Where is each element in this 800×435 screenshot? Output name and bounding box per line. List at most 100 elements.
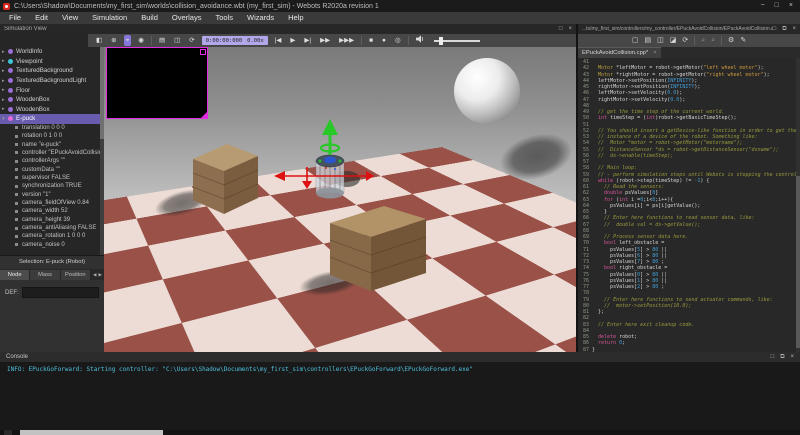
float-panel-icon[interactable]: □ <box>771 354 775 361</box>
tree-field[interactable]: version "1" <box>0 191 100 199</box>
tree-node-texturedbackgroundlight[interactable]: ▸TexturedBackgroundLight <box>0 76 100 86</box>
node-icon <box>8 88 13 93</box>
float-panel-icon[interactable]: □ <box>773 26 777 33</box>
field-text: camera_width 52 <box>22 208 68 214</box>
step-icon[interactable]: ▶| <box>302 35 313 46</box>
tree-field[interactable]: translation 0 0 0 <box>0 124 100 132</box>
scene-tree[interactable]: ▸WorldInfo▸Viewpoint▸TexturedBackground▸… <box>0 47 100 255</box>
minimize-icon[interactable]: − <box>761 0 765 12</box>
super-fast-run-icon[interactable]: ▶▶▶ <box>337 35 356 46</box>
tree-node-woodenbox[interactable]: ▸WoodenBox <box>0 95 100 105</box>
menu-tools[interactable]: Tools <box>208 12 240 24</box>
selection-mode-icon[interactable]: ⌖ <box>124 35 132 46</box>
menu-overlays[interactable]: Overlays <box>165 12 209 24</box>
tree-field[interactable]: supervisor FALSE <box>0 174 100 182</box>
volume-slider[interactable] <box>434 40 480 42</box>
tree-field[interactable]: controllerArgs "" <box>0 157 100 165</box>
tab-node[interactable]: Node <box>0 270 30 280</box>
scrollbar-thumb[interactable] <box>796 176 800 348</box>
tree-node-floor[interactable]: ▸Floor <box>0 85 100 95</box>
tree-field[interactable]: camera_width 52 <box>0 207 100 215</box>
tree-field[interactable]: name "e-puck" <box>0 140 100 148</box>
tree-field[interactable]: customData "" <box>0 165 100 173</box>
tab-position[interactable]: Position <box>61 270 91 280</box>
tab-scroll-left-icon[interactable]: ◀ <box>93 270 96 280</box>
close-panel-icon[interactable]: × <box>792 26 796 33</box>
tree-node-woodenbox[interactable]: ▸WoodenBox <box>0 105 100 115</box>
find-replace-icon[interactable]: ⌕ <box>711 35 715 46</box>
float-panel-icon[interactable]: □ <box>559 26 563 32</box>
overlay-resize-handle[interactable] <box>201 112 207 118</box>
overlay-close-icon[interactable] <box>200 49 206 55</box>
wooden-box-object[interactable] <box>330 206 426 291</box>
editor-tab-label: EPuckAvoidCollision.cpp* <box>582 50 648 56</box>
real-time-run-icon[interactable]: ▶ <box>288 35 297 46</box>
console-hscrollbar[interactable] <box>0 430 800 435</box>
preferences-icon[interactable]: ⚙ <box>728 35 734 46</box>
find-icon[interactable]: ⌕ <box>701 35 705 46</box>
robot-camera-overlay[interactable] <box>106 47 208 119</box>
wooden-box-object[interactable] <box>193 144 258 214</box>
menu-wizards[interactable]: Wizards <box>240 12 281 24</box>
fast-forward-icon[interactable]: ▶▶ <box>318 35 332 46</box>
save-as-icon[interactable]: ◪ <box>670 35 677 46</box>
close-panel-icon[interactable]: × <box>790 354 794 361</box>
view-menu-icon[interactable]: ◉ <box>136 35 146 46</box>
tree-node-viewpoint[interactable]: ▸Viewpoint <box>0 57 100 67</box>
screenshot-icon[interactable]: ◎ <box>393 35 403 46</box>
menu-simulation[interactable]: Simulation <box>85 12 134 24</box>
close-panel-icon[interactable]: × <box>568 26 572 32</box>
tree-node-texturedbackground[interactable]: ▸TexturedBackground <box>0 66 100 76</box>
tree-field[interactable]: rotation 0 1 0 0 <box>0 132 100 140</box>
tree-field[interactable]: controller "EPuckAvoidCollision" <box>0 149 100 157</box>
menu-build[interactable]: Build <box>134 12 165 24</box>
tree-node-worldinfo[interactable]: ▸WorldInfo <box>0 47 100 57</box>
editor-scrollbar[interactable] <box>796 58 800 352</box>
tree-field[interactable]: camera_rotation 1 0 0 0 <box>0 232 100 240</box>
menu-help[interactable]: Help <box>281 12 310 24</box>
sound-mute-icon[interactable] <box>414 35 427 47</box>
movie-record-icon[interactable]: ● <box>380 35 388 46</box>
3d-viewport[interactable] <box>104 47 576 352</box>
slider-thumb[interactable] <box>439 37 443 45</box>
scrollbar-thumb[interactable] <box>20 430 163 435</box>
tab-mass[interactable]: Mass <box>30 270 60 280</box>
open-world-icon[interactable]: ▤ <box>157 35 167 46</box>
node-icon <box>8 116 13 121</box>
add-node-icon[interactable]: ⊕ <box>109 35 118 46</box>
close-icon[interactable]: × <box>789 0 793 12</box>
tab-scroll-right-icon[interactable]: ▶ <box>98 270 101 280</box>
tree-field[interactable]: camera_noise 0 <box>0 241 100 249</box>
tab-close-icon[interactable]: × <box>653 50 656 56</box>
pause-icon[interactable]: ■ <box>367 35 375 46</box>
revert-file-icon[interactable]: ⟳ <box>682 35 688 46</box>
node-label: WorldInfo <box>16 48 42 55</box>
tree-field[interactable]: camera_fieldOfView 0.84 <box>0 199 100 207</box>
restore-panel-icon[interactable]: ⧉ <box>782 26 786 33</box>
tree-node-e-puck[interactable]: ▾E-puck <box>0 114 100 124</box>
reload-world-icon[interactable]: ⟳ <box>187 35 196 46</box>
menu-view[interactable]: View <box>55 12 85 24</box>
tree-field[interactable]: camera_antiAliasing FALSE <box>0 224 100 232</box>
def-input[interactable] <box>22 287 99 298</box>
sphere-object[interactable] <box>454 58 520 124</box>
field-bullet-icon <box>15 151 18 154</box>
y-axis-handle[interactable] <box>321 119 339 155</box>
rewind-icon[interactable]: |◀ <box>273 35 284 46</box>
new-file-icon[interactable]: ▢ <box>632 35 639 46</box>
menu-edit[interactable]: Edit <box>28 12 55 24</box>
tree-field[interactable]: camera_height 39 <box>0 216 100 224</box>
save-world-icon[interactable]: ◫ <box>172 35 182 46</box>
code-editor[interactable]: 41 42 Motor *leftMotor = robot->getMotor… <box>578 58 796 353</box>
menu-file[interactable]: File <box>2 12 28 24</box>
tree-field[interactable]: synchronization TRUE <box>0 182 100 190</box>
elapsed-time: 0:00:00:000 <box>206 38 242 44</box>
toggle-scene-tree-icon[interactable]: ◧ <box>94 35 104 46</box>
editor-tab[interactable]: EPuckAvoidCollision.cpp* × <box>578 47 661 58</box>
maximize-icon[interactable]: □ <box>775 0 779 12</box>
edit-controller-icon[interactable]: ✎ <box>740 35 746 46</box>
restore-panel-icon[interactable]: ⧉ <box>780 354 784 361</box>
open-file-icon[interactable]: ▤ <box>644 35 651 46</box>
save-file-icon[interactable]: ◫ <box>657 35 664 46</box>
scroll-left-arrow[interactable] <box>4 430 12 435</box>
